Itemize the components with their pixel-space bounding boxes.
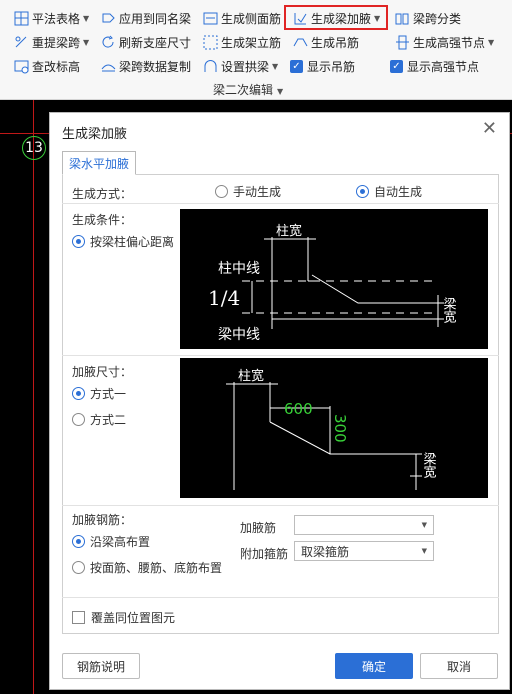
rebar-label: 加腋钢筋： [72,513,133,527]
axis-number-badge: 13 [22,136,46,160]
apply-same-name-icon [100,10,116,26]
ribbon-toolbar: 平法表格 ▼ 应用到同名梁 生成侧面筋 生成梁加腋 ▼ 梁跨分类 重提梁跨 ▼ 刷新支… [0,0,512,100]
erection-rebar-icon [202,34,218,50]
radio-circle [356,185,369,198]
refresh-support-button[interactable]: 刷新支座尺寸 [100,32,191,52]
checkmark-icon: ✓ [390,59,403,73]
radio-circle [215,185,228,198]
diagram-col-center-text: 柱中线 [218,261,260,277]
diagram2-col-width-text: 柱宽 [238,368,264,384]
size-label: 加腋尺寸： [72,365,133,379]
side-rebar-button[interactable]: 生成侧面筋 [202,8,281,28]
high-strength-node-icon [394,34,410,50]
haunch-condition-diagram: 柱宽 柱中线 1/4 梁中线 梁宽 [180,209,488,349]
chevron-down-icon: ▼ [83,13,90,23]
tab-horizontal-haunch[interactable]: 梁水平加腋 [62,151,136,175]
chevron-down-icon: ▼ [421,547,427,555]
diagram-beam-width-text: 梁宽 [441,297,457,324]
arch-beam-icon [202,58,218,74]
overlay-same-position-checkbox[interactable]: 覆盖同位置图元 [72,609,175,626]
erection-rebar-button[interactable]: 生成架立筋 [202,32,281,52]
span-classify-button[interactable]: 梁跨分类 [394,8,461,28]
chevron-down-icon: ▼ [83,37,90,47]
side-rebar-icon [202,10,218,26]
haunch-rebar-label: 加腋筋 [240,521,277,535]
diagram-col-width-text: 柱宽 [276,223,302,239]
checkbox-square [72,611,85,624]
span-classify-icon [394,10,410,26]
divider [62,203,499,204]
checkmark-icon: ✓ [290,59,303,73]
radio-circle [72,561,85,574]
ribbon-group-label[interactable]: 梁二次编辑 ▼ [213,81,283,98]
divider [62,597,499,598]
radio-circle [72,535,85,548]
radio-manual[interactable]: 手动生成 [215,183,281,200]
radio-circle [72,413,85,426]
radio-eccentric-distance[interactable]: 按梁柱偏心距离 [72,233,174,250]
highlight-frame [284,5,388,30]
chevron-down-icon: ▼ [488,37,495,47]
table-icon [13,10,29,26]
chevron-down-icon: ▼ [272,61,279,71]
span-copy-icon [100,58,116,74]
chevron-down-icon: ▼ [421,521,427,529]
chevron-down-icon: ▼ [277,87,284,96]
stirrup-label: 附加箍筋 [240,547,289,561]
span-copy-button[interactable]: 梁跨数据复制 [100,56,191,76]
dialog-title: 生成梁加腋 [62,127,128,142]
close-icon[interactable]: ✕ [482,120,497,138]
high-strength-node-button[interactable]: 生成高强节点 ▼ [394,32,494,52]
hanger-rebar-icon [292,34,308,50]
reextract-span-icon [13,34,29,50]
show-hanger-checkbox[interactable]: ✓ 显示吊筋 [290,56,355,76]
flat-table-button[interactable]: 平法表格 ▼ [13,8,89,28]
haunch-dialog: 生成梁加腋 ✕ 梁水平加腋 生成方式： 手动生成 自动生成 生成条件： 按梁柱偏… [49,112,510,690]
hanger-rebar-button[interactable]: 生成吊筋 [292,32,359,52]
stirrup-select[interactable]: 取梁箍筋 ▼ [294,541,434,561]
diagram2-length-text: 600 [284,400,313,418]
diagram2-depth-text: 300 [331,414,349,443]
radio-method-one[interactable]: 方式一 [72,385,126,402]
show-high-strength-checkbox[interactable]: ✓ 显示高强节点 [390,56,479,76]
mode-label: 生成方式： [72,187,133,201]
radio-auto[interactable]: 自动生成 [356,183,422,200]
rebar-help-button[interactable]: 钢筋说明 [62,653,140,679]
divider [62,355,499,356]
diagram-ratio-text: 1/4 [208,286,240,310]
ok-button[interactable]: 确定 [335,653,413,679]
radio-method-two[interactable]: 方式二 [72,411,126,428]
diagram2-beam-width-text: 梁宽 [421,452,437,479]
radio-circle [72,235,85,248]
apply-same-name-button[interactable]: 应用到同名梁 [100,8,191,28]
condition-label: 生成条件： [72,213,133,227]
arch-beam-button[interactable]: 设置拱梁 ▼ [202,56,278,76]
cancel-button[interactable]: 取消 [420,653,498,679]
haunch-rebar-select[interactable]: ▼ [294,515,434,535]
diagram-beam-center-text: 梁中线 [218,327,260,343]
elevation-icon [13,58,29,74]
haunch-size-diagram: 柱宽 600 300 梁宽 [180,358,488,498]
check-elevation-button[interactable]: 查改标高 [13,56,80,76]
reextract-span-button[interactable]: 重提梁跨 ▼ [13,32,89,52]
radio-circle [72,387,85,400]
axis-line-vertical [33,100,34,694]
refresh-icon [100,34,116,50]
radio-along-beam-height[interactable]: 沿梁高布置 [72,533,150,550]
divider [62,505,499,506]
radio-by-face-waist-bottom[interactable]: 按面筋、腰筋、底筋布置 [72,559,222,576]
